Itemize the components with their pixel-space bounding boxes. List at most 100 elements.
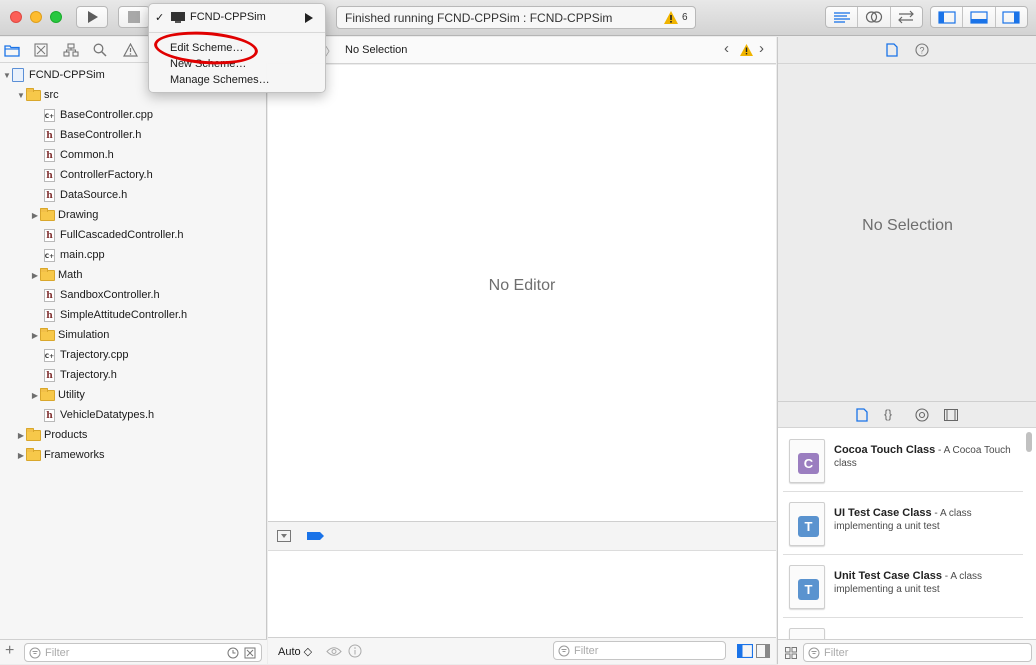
tree-item-label: BaseController.cpp: [60, 109, 153, 121]
library-filter-bar: Filter: [778, 639, 1036, 665]
stop-button[interactable]: [118, 6, 150, 28]
jumpbar-path[interactable]: No Selection: [345, 44, 407, 56]
console-filter-input[interactable]: Filter: [553, 641, 726, 660]
toggle-navigator-button[interactable]: [931, 7, 964, 27]
menu-item-manage-schemes[interactable]: Manage Schemes…: [149, 72, 325, 88]
previous-issue-icon[interactable]: ‹: [724, 40, 729, 57]
version-editor-button[interactable]: [891, 7, 922, 27]
hide-debug-area-icon[interactable]: [277, 530, 291, 542]
file-template-icon[interactable]: [856, 408, 868, 422]
source-control-navigator-tab[interactable]: [32, 41, 50, 59]
filter-icon: [29, 647, 41, 659]
tree-item-file[interactable]: h SandboxController.h: [44, 285, 160, 305]
run-button[interactable]: [76, 6, 108, 28]
library-item-title: UI Test Case Class: [834, 507, 932, 519]
variable-scope-selector[interactable]: Auto ◇: [278, 645, 312, 658]
tree-item-file[interactable]: h Trajectory.h: [44, 365, 117, 385]
library-filter-input[interactable]: Filter: [803, 643, 1032, 662]
library-item[interactable]: T Unit Test Case Class - A class impleme…: [783, 556, 1023, 618]
tree-item-file[interactable]: C+ Trajectory.cpp: [44, 345, 128, 365]
console-view-toggle-icon[interactable]: [756, 644, 770, 658]
media-library-icon[interactable]: [944, 409, 958, 421]
close-window-button[interactable]: [10, 11, 22, 23]
header-file-icon: h: [44, 228, 55, 242]
tree-item-file[interactable]: C+ main.cpp: [44, 245, 105, 265]
tree-item-folder[interactable]: ▶ Utility: [30, 385, 85, 405]
tree-item-label: BaseController.h: [60, 129, 142, 141]
tree-item-folder[interactable]: ▼ src: [16, 85, 59, 105]
folder-icon: [26, 447, 41, 461]
header-file-icon: h: [44, 308, 55, 322]
folder-icon: [26, 427, 41, 441]
disclosure-collapsed-icon[interactable]: ▶: [16, 451, 26, 460]
breakpoint-toggle-icon[interactable]: [307, 531, 325, 541]
activity-view[interactable]: Finished running FCND-CPPSim : FCND-CPPS…: [336, 6, 696, 29]
eye-icon[interactable]: [326, 646, 342, 657]
toggle-debug-area-button[interactable]: [963, 7, 996, 27]
variables-view-toggle-icon[interactable]: [737, 644, 753, 658]
zoom-window-button[interactable]: [50, 11, 62, 23]
tree-item-folder[interactable]: ▶ Simulation: [30, 325, 109, 345]
view-toggle-control[interactable]: [930, 6, 1028, 28]
tree-item-file[interactable]: h VehicleDatatypes.h: [44, 405, 154, 425]
folder-icon: [40, 327, 55, 341]
tree-item-project[interactable]: ▼ FCND-CPPSim: [2, 65, 105, 85]
tree-item-file[interactable]: h SimpleAttitudeController.h: [44, 305, 187, 325]
menu-item-scheme[interactable]: ✓ FCND-CPPSim: [149, 10, 325, 26]
code-snippet-icon[interactable]: {}: [884, 407, 892, 421]
file-inspector-icon[interactable]: [886, 43, 898, 57]
debug-console-area: [268, 551, 776, 637]
toggle-inspector-button[interactable]: [996, 7, 1027, 27]
object-library-icon[interactable]: [915, 408, 929, 422]
add-icon[interactable]: +: [5, 642, 14, 660]
library-item[interactable]: T UI Test Case Class - A class implement…: [783, 493, 1023, 555]
symbol-navigator-tab[interactable]: [62, 41, 80, 59]
find-navigator-tab[interactable]: [91, 41, 109, 59]
tree-item-label: Math: [58, 269, 83, 281]
navigator-filter-input[interactable]: Filter: [24, 643, 262, 662]
warning-icon[interactable]: [740, 44, 753, 56]
tree-item-folder[interactable]: ▶ Frameworks: [16, 445, 105, 465]
library-item[interactable]: C Cocoa Touch Class - A Cocoa Touch clas…: [783, 430, 1023, 492]
library-item-title: Cocoa Touch Class: [834, 444, 936, 456]
disclosure-collapsed-icon[interactable]: ▶: [30, 211, 40, 220]
recent-files-icon[interactable]: [227, 647, 239, 659]
tree-item-folder[interactable]: ▶ Math: [30, 265, 82, 285]
tree-item-folder[interactable]: ▶ Products: [16, 425, 87, 445]
tree-item-file[interactable]: h Common.h: [44, 145, 114, 165]
tree-item-label: FCND-CPPSim: [29, 69, 105, 81]
editor-mode-control[interactable]: [825, 6, 923, 28]
source-control-filter-icon[interactable]: [244, 647, 256, 659]
tree-item-file[interactable]: C+ BaseController.cpp: [44, 105, 153, 125]
disclosure-expanded-icon[interactable]: ▼: [16, 91, 26, 100]
tree-item-file[interactable]: h ControllerFactory.h: [44, 165, 153, 185]
quick-help-icon[interactable]: ?: [915, 43, 929, 57]
disclosure-collapsed-icon[interactable]: ▶: [30, 271, 40, 280]
disclosure-collapsed-icon[interactable]: ▶: [16, 431, 26, 440]
disclosure-expanded-icon[interactable]: ▼: [2, 71, 12, 80]
disclosure-collapsed-icon[interactable]: ▶: [30, 391, 40, 400]
tree-item-file[interactable]: h DataSource.h: [44, 185, 127, 205]
box-x-icon: [34, 43, 48, 57]
library-item-title: Unit Test Case Class: [834, 570, 943, 582]
header-file-icon: h: [44, 188, 55, 202]
tree-item-folder[interactable]: ▶ Drawing: [30, 205, 98, 225]
standard-editor-button[interactable]: [826, 7, 859, 27]
jumpbar-chevron-icon: 〉: [325, 46, 336, 58]
tree-item-file[interactable]: h BaseController.h: [44, 125, 141, 145]
info-icon[interactable]: [348, 644, 362, 658]
project-navigator-tab[interactable]: [3, 41, 21, 59]
library-item-partial[interactable]: [783, 619, 1023, 642]
mac-computer-icon: [171, 12, 185, 23]
filter-icon: [808, 647, 820, 659]
library-scrollbar[interactable]: [1026, 432, 1032, 452]
grid-view-icon[interactable]: [785, 647, 797, 659]
tree-item-file[interactable]: h FullCascadedController.h: [44, 225, 184, 245]
issue-navigator-tab[interactable]: [121, 41, 139, 59]
next-issue-icon[interactable]: ›: [759, 40, 764, 57]
assistant-editor-button[interactable]: [858, 7, 891, 27]
minimize-window-button[interactable]: [30, 11, 42, 23]
filter-icon: [558, 645, 570, 657]
disclosure-collapsed-icon[interactable]: ▶: [30, 331, 40, 340]
header-file-icon: h: [44, 168, 55, 182]
